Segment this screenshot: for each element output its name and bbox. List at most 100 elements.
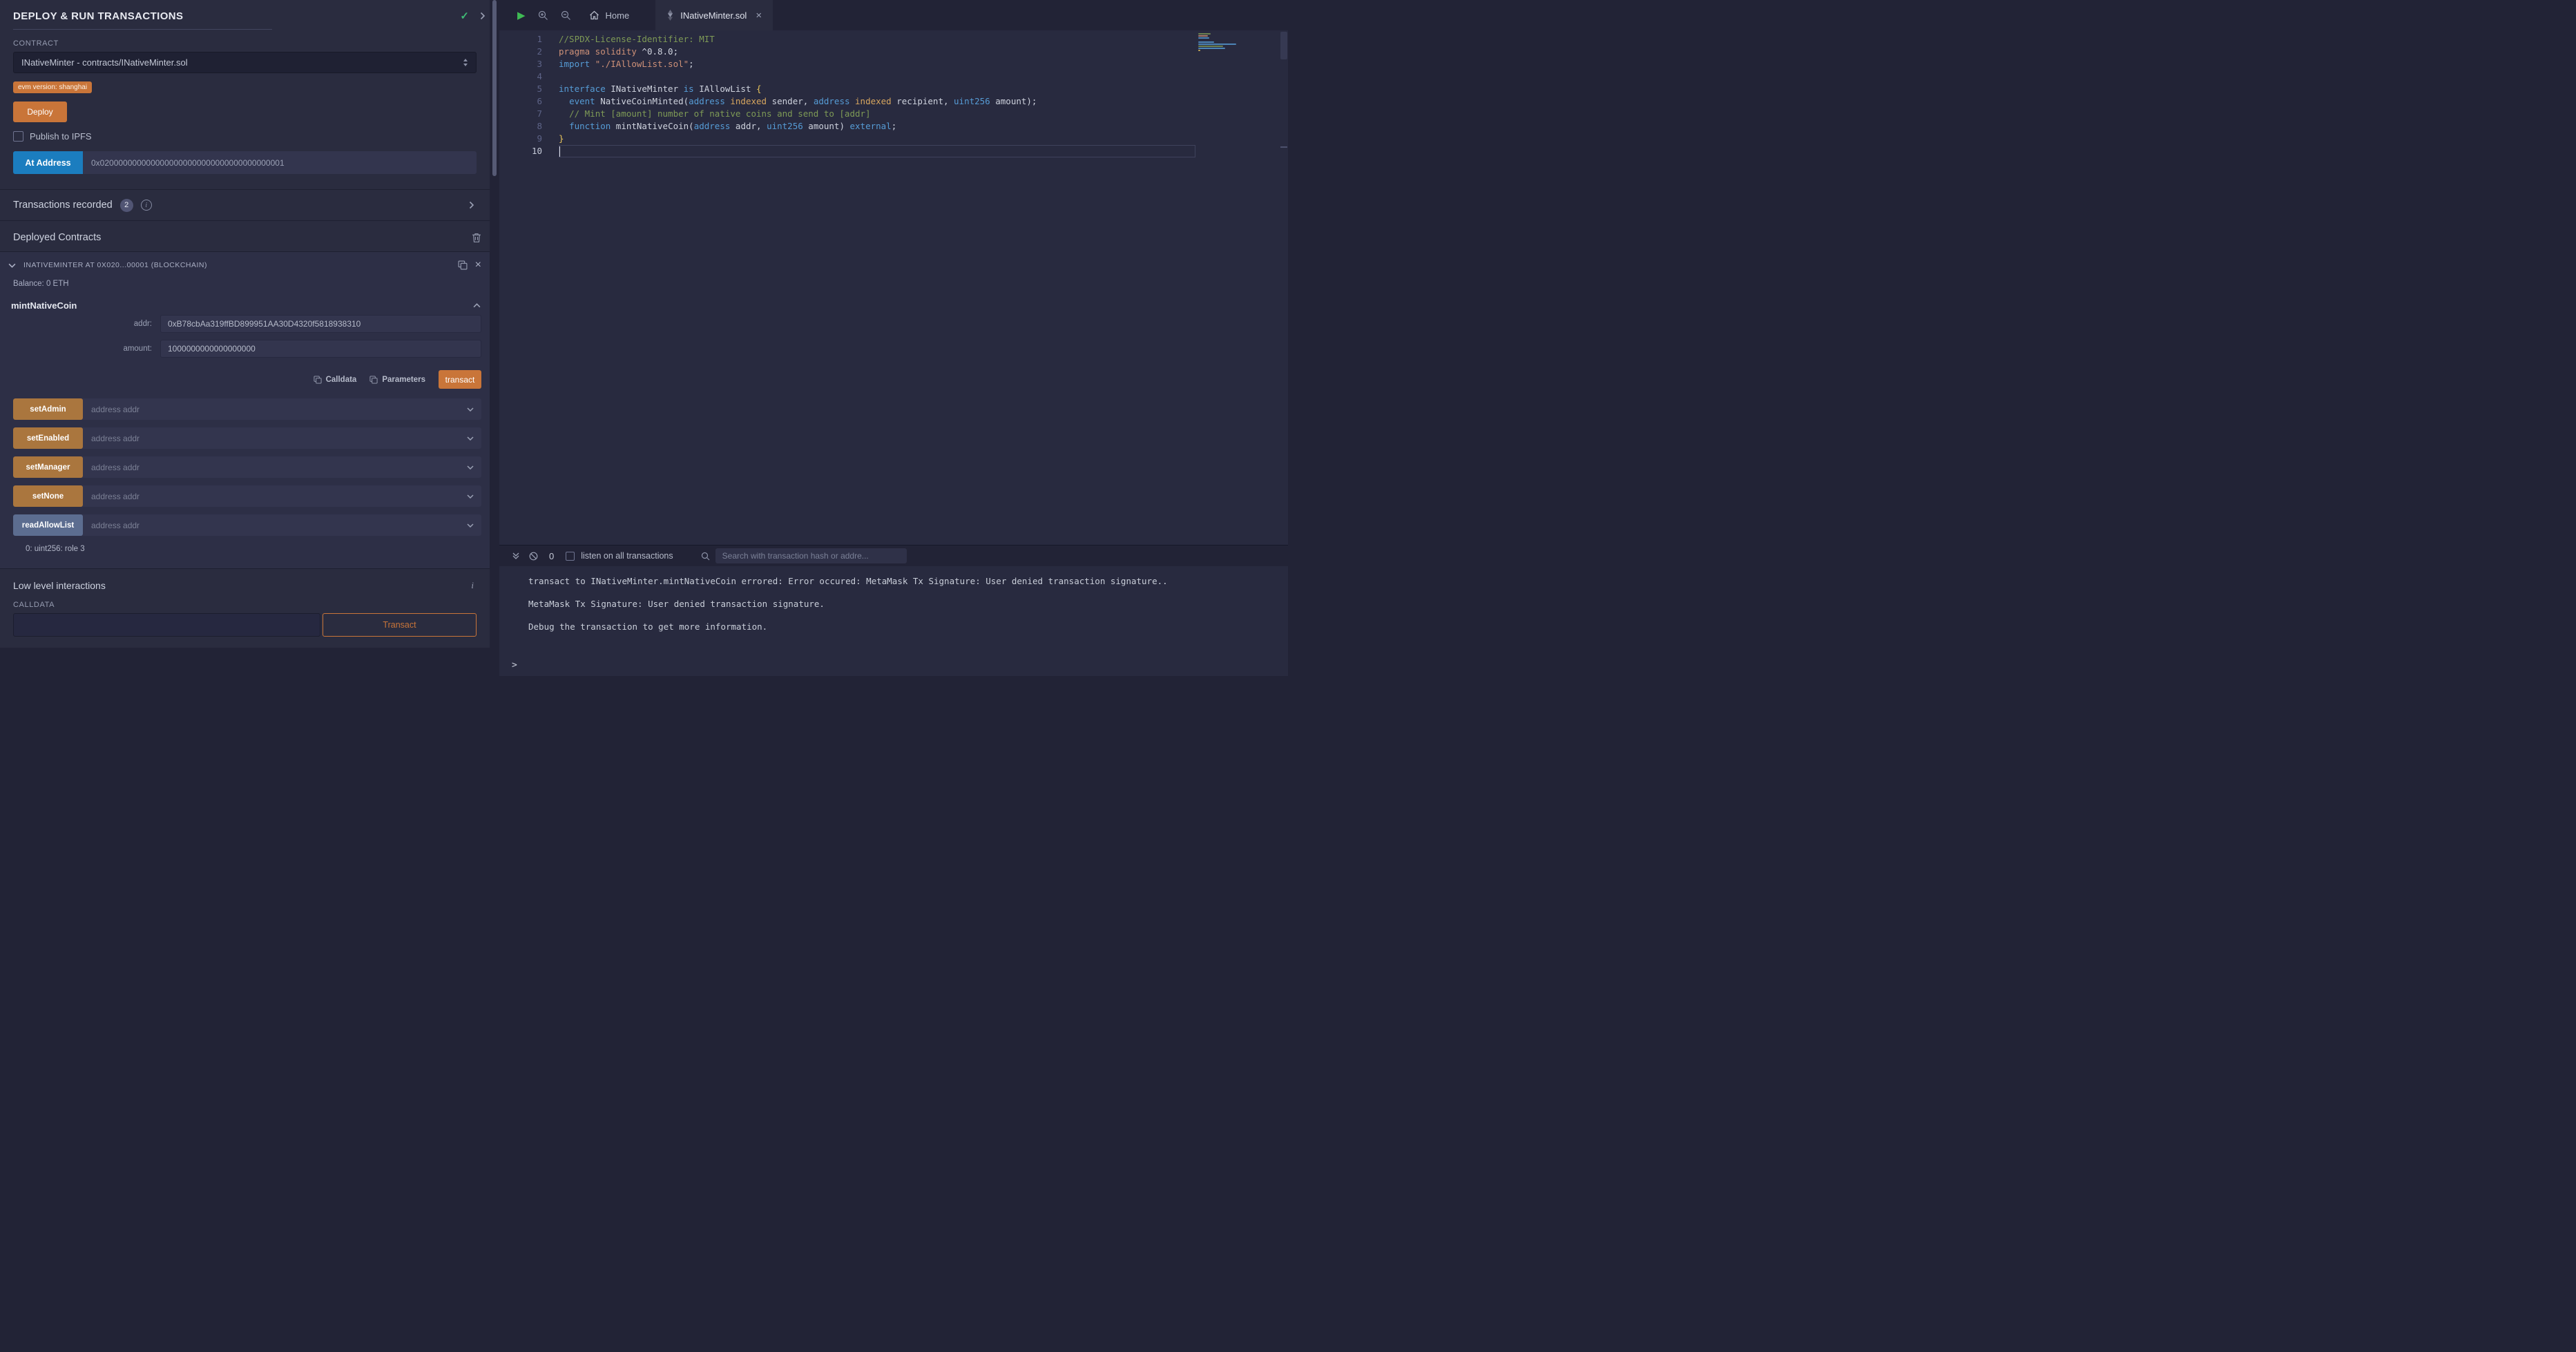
contract-select-value: INativeMinter - contracts/INativeMinter.… bbox=[21, 57, 188, 68]
code-line[interactable] bbox=[559, 145, 1195, 157]
listen-all-checkbox[interactable] bbox=[566, 552, 575, 561]
code-line[interactable]: function mintNativeCoin(address addr, ui… bbox=[559, 120, 1195, 133]
listened-tx-count: 0 bbox=[549, 551, 554, 561]
minimap-line bbox=[1198, 35, 1208, 37]
function-row: setNone address addr bbox=[13, 485, 481, 507]
code-editor[interactable]: 12345678910 //SPDX-License-Identifier: M… bbox=[499, 30, 1288, 545]
deploy-run-panel: DEPLOY & RUN TRANSACTIONS ✓ CONTRACT INa… bbox=[0, 0, 499, 676]
at-address-button[interactable]: At Address bbox=[13, 151, 83, 174]
minimap[interactable] bbox=[1198, 33, 1240, 54]
chevron-down-icon[interactable] bbox=[467, 407, 481, 412]
low-level-transact-button[interactable]: Transact bbox=[323, 613, 477, 637]
panel-scrollbar[interactable] bbox=[490, 0, 499, 676]
function-row: setManager address addr bbox=[13, 456, 481, 478]
editor-scrollbar[interactable] bbox=[1280, 32, 1287, 59]
publish-ipfs-checkbox[interactable] bbox=[13, 131, 23, 142]
editor-code[interactable]: //SPDX-License-Identifier: MITpragma sol… bbox=[559, 30, 1195, 545]
low-level-header-row: Low level interactions i bbox=[0, 569, 490, 591]
code-line[interactable]: } bbox=[559, 133, 1195, 145]
chevron-up-icon[interactable] bbox=[473, 303, 481, 308]
function-arg-placeholder[interactable]: address addr bbox=[83, 434, 467, 443]
line-number: 4 bbox=[499, 70, 542, 83]
function-arg-placeholder[interactable]: address addr bbox=[83, 405, 467, 414]
run-script-icon[interactable]: ▶ bbox=[517, 9, 526, 21]
code-line[interactable]: event NativeCoinMinted(address indexed s… bbox=[559, 95, 1195, 108]
panel-scrollbar-thumb[interactable] bbox=[492, 0, 497, 176]
code-line[interactable]: pragma solidity ^0.8.0; bbox=[559, 46, 1195, 58]
publish-ipfs-label[interactable]: Publish to IPFS bbox=[30, 131, 92, 142]
calldata-label: CALLDATA bbox=[13, 601, 477, 609]
zoom-out-icon[interactable] bbox=[561, 10, 571, 21]
function-arg-row: amount: bbox=[0, 340, 481, 358]
function-arg-input[interactable] bbox=[160, 315, 481, 333]
line-number: 6 bbox=[499, 95, 542, 108]
evm-version-badge: evm version: shanghai bbox=[13, 81, 92, 93]
function-button-setNone[interactable]: setNone bbox=[13, 485, 83, 507]
info-icon[interactable]: i bbox=[141, 200, 152, 211]
copy-icon[interactable] bbox=[458, 260, 468, 270]
close-icon[interactable]: × bbox=[475, 260, 481, 271]
tab-home-label: Home bbox=[606, 10, 630, 21]
tab-inativeminter-sol[interactable]: INativeMinter.sol × bbox=[655, 0, 773, 30]
calldata-input[interactable] bbox=[13, 613, 320, 637]
solidity-icon bbox=[666, 10, 674, 21]
code-line[interactable]: import "./IAllowList.sol"; bbox=[559, 58, 1195, 70]
transactions-recorded-row[interactable]: Transactions recorded 2 i bbox=[0, 189, 490, 221]
remix-app: DEPLOY & RUN TRANSACTIONS ✓ CONTRACT INa… bbox=[0, 0, 1288, 676]
terminal-log-line: MetaMask Tx Signature: User denied trans… bbox=[528, 598, 1274, 610]
trash-icon[interactable] bbox=[472, 233, 481, 243]
chevron-down-icon[interactable] bbox=[8, 263, 16, 268]
search-icon bbox=[701, 552, 710, 561]
function-button-setManager[interactable]: setManager bbox=[13, 456, 83, 478]
terminal-search-input[interactable] bbox=[715, 548, 907, 563]
deploy-button[interactable]: Deploy bbox=[13, 102, 67, 122]
calldata-copy-button[interactable]: Calldata bbox=[314, 376, 357, 384]
chevron-down-icon[interactable] bbox=[467, 523, 481, 528]
function-button-setAdmin[interactable]: setAdmin bbox=[13, 398, 83, 420]
chevron-right-icon[interactable] bbox=[480, 12, 486, 20]
line-number: 5 bbox=[499, 83, 542, 95]
function-button-readAllowList[interactable]: readAllowList bbox=[13, 514, 83, 536]
line-number: 1 bbox=[499, 33, 542, 46]
chevron-right-icon[interactable] bbox=[469, 201, 474, 209]
parameters-copy-button[interactable]: Parameters bbox=[369, 376, 425, 384]
editor-gutter: 12345678910 bbox=[499, 30, 559, 545]
code-line[interactable]: // Mint [amount] number of native coins … bbox=[559, 108, 1195, 120]
code-line[interactable] bbox=[559, 70, 1195, 83]
chevron-down-icon[interactable] bbox=[467, 465, 481, 470]
transact-button[interactable]: transact bbox=[439, 370, 481, 389]
contract-select[interactable]: INativeMinter - contracts/INativeMinter.… bbox=[13, 52, 477, 73]
code-line[interactable]: interface INativeMinter is IAllowList { bbox=[559, 83, 1195, 95]
function-arg-placeholder[interactable]: address addr bbox=[83, 463, 467, 472]
chevron-down-icon[interactable] bbox=[467, 436, 481, 441]
line-number: 10 bbox=[499, 145, 542, 157]
code-line[interactable]: //SPDX-License-Identifier: MIT bbox=[559, 33, 1195, 46]
function-button-setEnabled[interactable]: setEnabled bbox=[13, 427, 83, 449]
deployed-contract-header[interactable]: INATIVEMINTER AT 0X020...00001 (BLOCKCHA… bbox=[0, 252, 490, 278]
terminal-log[interactable]: transact to INativeMinter.mintNativeCoin… bbox=[499, 566, 1288, 676]
chevron-down-icon[interactable] bbox=[467, 494, 481, 499]
close-icon[interactable]: × bbox=[756, 10, 762, 21]
panel-bottom-spacer bbox=[0, 648, 490, 676]
tab-active-label: INativeMinter.sol bbox=[680, 10, 747, 21]
contract-balance: Balance: 0 ETH bbox=[0, 278, 490, 288]
mint-function-name[interactable]: mintNativeCoin bbox=[11, 300, 473, 311]
deployed-contract-title[interactable]: INATIVEMINTER AT 0X020...00001 (BLOCKCHA… bbox=[23, 261, 450, 269]
low-level-header: Low level interactions bbox=[13, 580, 471, 591]
listen-all-label[interactable]: listen on all transactions bbox=[581, 551, 673, 561]
function-arg-placeholder[interactable]: address addr bbox=[83, 492, 467, 501]
function-arg-input[interactable] bbox=[160, 340, 481, 358]
line-number: 9 bbox=[499, 133, 542, 145]
expand-terminal-icon[interactable] bbox=[512, 552, 520, 560]
read-result: 0: uint256: role 3 bbox=[0, 543, 490, 559]
calldata-copy-label: Calldata bbox=[326, 376, 357, 384]
function-arg-placeholder[interactable]: address addr bbox=[83, 521, 467, 530]
zoom-in-icon[interactable] bbox=[538, 10, 548, 21]
at-address-input[interactable] bbox=[83, 151, 477, 174]
terminal-prompt[interactable]: > bbox=[512, 660, 517, 670]
clear-console-icon[interactable] bbox=[529, 552, 538, 561]
function-rows: setAdmin address addr setEnabled address… bbox=[0, 398, 490, 536]
info-icon: i bbox=[471, 580, 477, 591]
line-number: 2 bbox=[499, 46, 542, 58]
tab-home[interactable]: Home bbox=[578, 0, 641, 30]
